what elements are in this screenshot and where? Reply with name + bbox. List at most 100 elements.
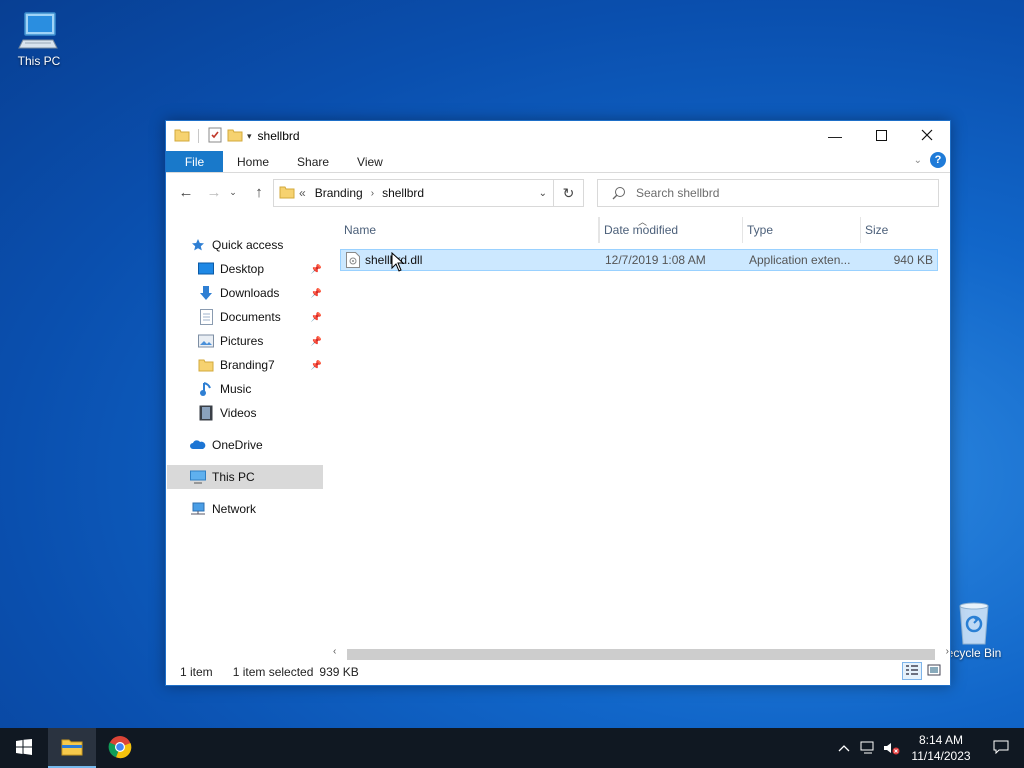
tab-view[interactable]: View [343, 151, 397, 172]
file-date-modified: 12/7/2019 1:08 AM [605, 253, 706, 267]
recent-locations-button[interactable]: ⌄ [226, 180, 240, 204]
taskbar: 8:14 AM 11/14/2023 [0, 728, 1024, 768]
nav-item-downloads[interactable]: Downloads 📌 [198, 281, 322, 305]
folder-icon [279, 184, 295, 203]
volume-muted-icon[interactable] [880, 741, 904, 755]
this-pc-label: This PC [17, 54, 61, 68]
column-header-type[interactable]: Type [743, 217, 861, 243]
network-status-icon[interactable] [856, 741, 880, 755]
folder-icon [198, 357, 214, 373]
this-pc-icon [17, 8, 61, 52]
help-icon[interactable]: ? [930, 152, 946, 168]
minimize-icon: — [828, 128, 842, 144]
details-view-button[interactable] [902, 662, 922, 680]
close-button[interactable] [904, 121, 950, 151]
back-button[interactable]: ← [174, 180, 198, 204]
window-title: shellbrd [257, 129, 300, 143]
minimize-button[interactable]: — [812, 121, 858, 151]
column-header-name[interactable]: Name [340, 217, 599, 243]
table-row[interactable]: shellbrd.dll 12/7/2019 1:08 AM Applicati… [340, 249, 938, 271]
file-explorer-window: ▾ shellbrd — File Home Share View ⌄ ? ← … [165, 120, 951, 686]
breadcrumb-overflow[interactable]: « [299, 186, 306, 200]
nav-label: This PC [212, 470, 255, 484]
taskbar-file-explorer[interactable] [48, 728, 96, 768]
clock[interactable]: 8:14 AM 11/14/2023 [904, 732, 978, 764]
network-icon [190, 501, 206, 517]
nav-this-pc[interactable]: This PC [167, 465, 323, 489]
documents-icon [198, 309, 214, 325]
column-header-size[interactable]: Size [861, 217, 941, 243]
nav-item-branding7[interactable]: Branding7 📌 [198, 353, 322, 377]
clock-date: 11/14/2023 [911, 749, 971, 763]
nav-label: OneDrive [212, 438, 263, 452]
show-hidden-icons-button[interactable] [832, 744, 856, 752]
pin-icon[interactable]: 📌 [311, 336, 322, 347]
file-size: 940 KB [893, 253, 933, 267]
system-tray: 8:14 AM 11/14/2023 [832, 728, 1024, 768]
pictures-icon [198, 333, 214, 349]
nav-item-music[interactable]: Music [198, 377, 251, 401]
chevron-down-icon: ⌄ [229, 186, 237, 197]
details-view-icon [905, 664, 919, 679]
clock-time: 8:14 AM [918, 733, 964, 747]
breadcrumb-chevron-icon[interactable]: › [371, 188, 374, 199]
desktop-this-pc[interactable]: This PC [1, 8, 77, 68]
nav-onedrive[interactable]: OneDrive [190, 433, 263, 457]
nav-item-pictures[interactable]: Pictures 📌 [198, 329, 322, 353]
search-icon [612, 186, 626, 203]
action-center-button[interactable] [978, 740, 1024, 757]
downloads-icon [198, 285, 214, 301]
item-count: 1 item [180, 665, 213, 679]
nav-quick-access[interactable]: Quick access [190, 233, 283, 257]
nav-label: Videos [220, 406, 257, 420]
start-button[interactable] [0, 728, 48, 768]
scroll-left-icon[interactable]: ‹ [333, 646, 336, 657]
pin-icon[interactable]: 📌 [311, 288, 322, 299]
maximize-button[interactable] [858, 121, 904, 151]
nav-item-desktop[interactable]: Desktop 📌 [198, 257, 322, 281]
file-explorer-icon [61, 738, 83, 759]
taskbar-chrome[interactable] [96, 728, 144, 768]
scroll-right-icon[interactable]: › [946, 646, 949, 657]
selection-count: 1 item selected [232, 665, 314, 679]
nav-label: Music [220, 382, 252, 396]
properties-icon[interactable] [207, 127, 223, 146]
tab-home[interactable]: Home [223, 151, 283, 172]
breadcrumb-shellbrd[interactable]: shellbrd [382, 186, 424, 200]
new-folder-icon[interactable] [227, 127, 243, 146]
nav-item-videos[interactable]: Videos [198, 401, 256, 425]
desktop-icon [198, 261, 214, 277]
nav-label: Pictures [220, 334, 264, 348]
column-header-date-modified[interactable]: Date modified [599, 217, 743, 243]
search-placeholder: Search shellbrd [636, 186, 720, 200]
nav-label: Branding7 [220, 358, 275, 372]
back-arrow-icon: ← [178, 183, 194, 201]
dll-file-icon [346, 252, 360, 271]
pin-icon[interactable]: 📌 [311, 264, 322, 275]
music-icon [198, 381, 214, 397]
large-icons-view-button[interactable] [924, 662, 944, 680]
search-box[interactable]: Search shellbrd [597, 179, 939, 207]
nav-label: Downloads [220, 286, 280, 300]
customize-qat-icon[interactable]: ▾ [247, 131, 252, 142]
pin-icon[interactable]: 📌 [311, 360, 322, 371]
forward-button[interactable]: → [202, 180, 226, 204]
notification-icon [993, 740, 1009, 757]
chrome-icon [108, 735, 132, 762]
title-bar[interactable]: ▾ shellbrd — [166, 121, 950, 151]
address-bar[interactable]: « Branding › shellbrd ⌄ [273, 179, 554, 207]
address-dropdown-icon[interactable]: ⌄ [539, 188, 547, 199]
breadcrumb-branding[interactable]: Branding [315, 186, 363, 200]
refresh-button[interactable]: ↻ [554, 179, 584, 207]
tab-share[interactable]: Share [283, 151, 343, 172]
tab-file[interactable]: File [166, 151, 223, 172]
qat-divider [198, 129, 199, 143]
pin-icon[interactable]: 📌 [311, 312, 322, 323]
star-icon [190, 237, 206, 253]
up-button[interactable]: ↑ [247, 180, 271, 204]
folder-icon [174, 127, 190, 146]
refresh-icon: ↻ [562, 184, 575, 201]
expand-ribbon-icon[interactable]: ⌄ [914, 155, 922, 166]
nav-item-documents[interactable]: Documents 📌 [198, 305, 322, 329]
nav-network[interactable]: Network [190, 497, 256, 521]
